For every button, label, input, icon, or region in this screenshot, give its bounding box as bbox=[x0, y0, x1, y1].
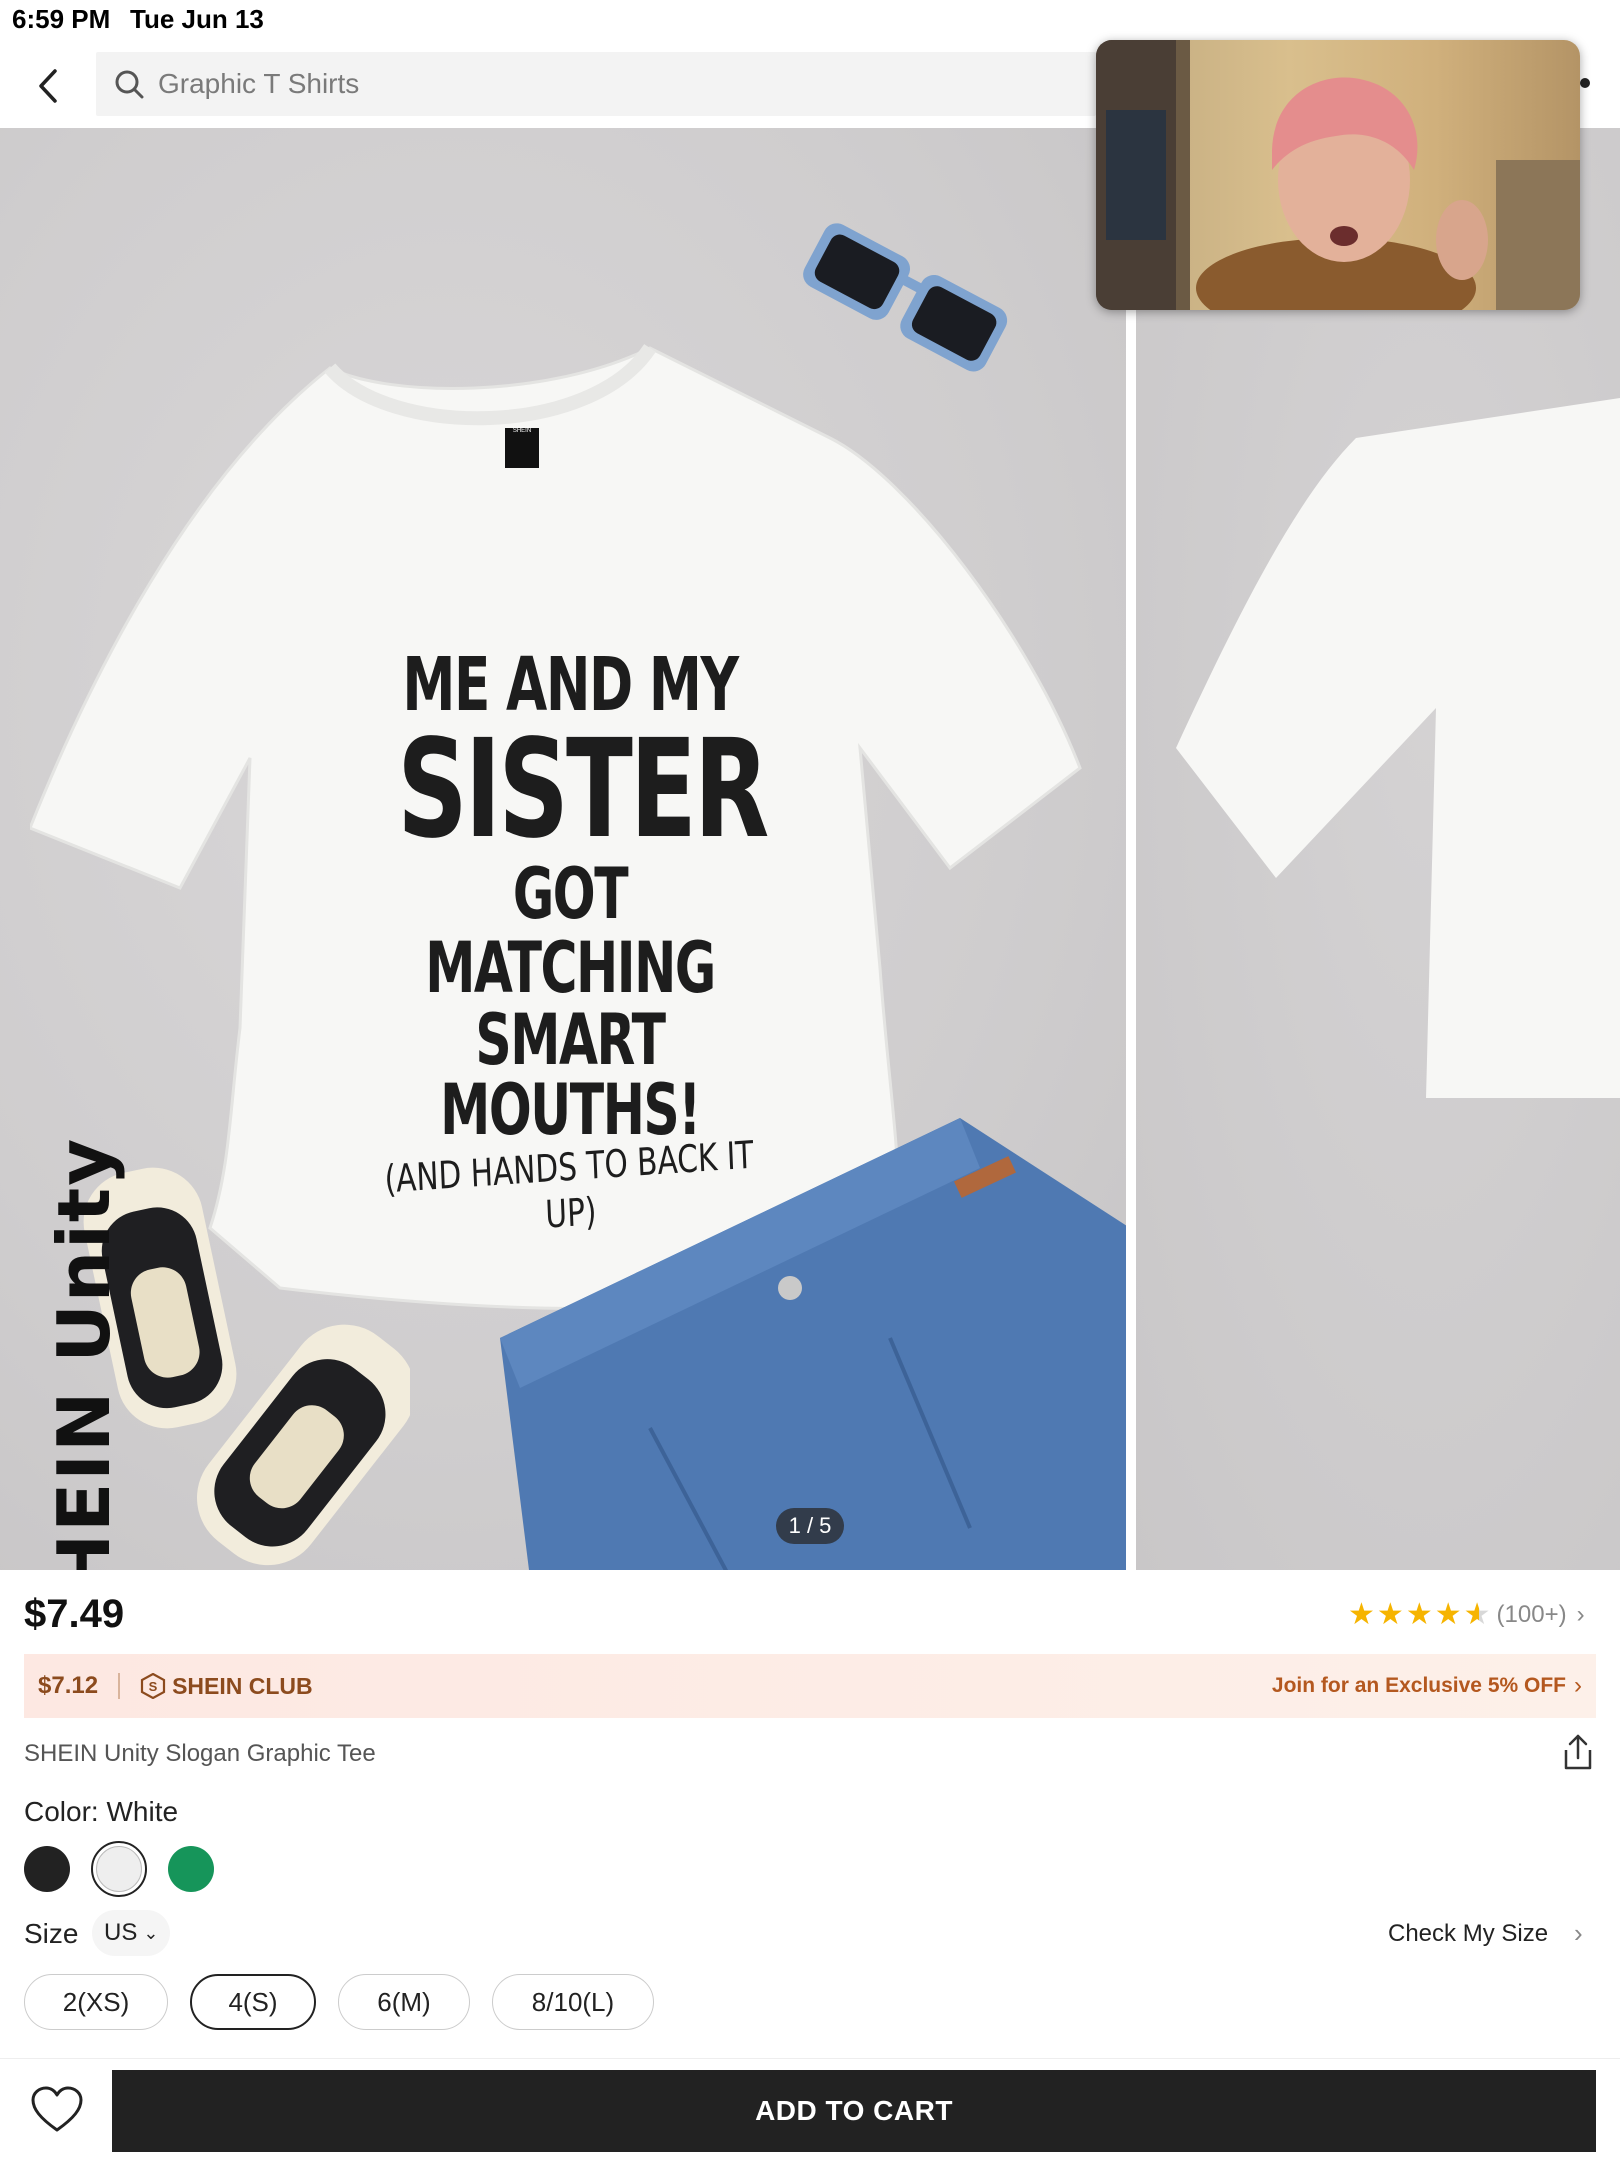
denim-shorts-illustration bbox=[500, 1118, 1126, 1570]
size-option-selected[interactable]: 4(S) bbox=[190, 1974, 316, 2030]
star-icon: ★ bbox=[1434, 1598, 1462, 1631]
tshirt-back-illustration bbox=[1176, 398, 1620, 1098]
size-option[interactable]: 8/10(L) bbox=[492, 1974, 654, 2030]
chevron-right-icon: › bbox=[1576, 1601, 1585, 1628]
pip-video-overlay[interactable] bbox=[1096, 40, 1580, 310]
color-swatch-white[interactable] bbox=[91, 1841, 147, 1897]
product-title: SHEIN Unity Slogan Graphic Tee bbox=[24, 1740, 376, 1767]
back-button[interactable] bbox=[22, 60, 74, 112]
bottom-divider bbox=[0, 2058, 1620, 2059]
shirt-tag: SHEIN bbox=[505, 428, 539, 468]
club-name: SHEIN CLUB bbox=[172, 1672, 313, 1699]
page-indicator: 1 / 5 bbox=[776, 1508, 844, 1544]
product-price: $7.49 bbox=[24, 1592, 125, 1636]
color-swatch-black[interactable] bbox=[24, 1846, 70, 1892]
svg-text:S: S bbox=[149, 1679, 158, 1694]
share-button[interactable] bbox=[1560, 1732, 1596, 1772]
search-icon bbox=[114, 67, 148, 101]
shein-club-banner[interactable]: $7.12 S SHEIN CLUB Join for an Exclusive… bbox=[24, 1654, 1596, 1718]
shirt-print-line: SISTER bbox=[397, 711, 769, 869]
heart-icon bbox=[31, 2086, 83, 2132]
size-option[interactable]: 6(M) bbox=[338, 1974, 470, 2030]
club-price: $7.12 bbox=[38, 1672, 99, 1699]
product-image-main[interactable]: SHEIN ME AND MY SISTER GOT MATCHING SMAR… bbox=[0, 128, 1126, 1570]
size-options: 2(XS) 4(S) 6(M) 8/10(L) bbox=[24, 1974, 676, 2030]
status-bar: 6:59 PM Tue Jun 13 bbox=[0, 0, 1620, 44]
more-menu-button[interactable] bbox=[1580, 78, 1590, 88]
color-swatches bbox=[24, 1841, 240, 1897]
star-half-icon: ★ bbox=[1463, 1598, 1491, 1631]
product-image-next[interactable] bbox=[1136, 128, 1620, 1570]
gallery-divider bbox=[1126, 128, 1136, 1570]
size-option[interactable]: 2(XS) bbox=[24, 1974, 168, 2030]
chevron-right-icon: › bbox=[1574, 1672, 1582, 1699]
rating-stars: ★ ★ ★ ★ ★ bbox=[1348, 1600, 1493, 1630]
star-icon: ★ bbox=[1405, 1598, 1433, 1631]
club-join-link[interactable]: Join for an Exclusive 5% OFF bbox=[1272, 1674, 1566, 1698]
review-count: (100+) bbox=[1496, 1601, 1567, 1628]
search-placeholder: Graphic T Shirts bbox=[158, 68, 360, 99]
color-swatch-green[interactable] bbox=[168, 1846, 214, 1892]
wishlist-button[interactable] bbox=[30, 2086, 84, 2134]
size-label: Size bbox=[24, 1918, 79, 1949]
video-feed bbox=[1096, 40, 1580, 310]
chevron-left-icon bbox=[39, 69, 57, 103]
rating-summary[interactable]: ★ ★ ★ ★ ★ (100+) › bbox=[1348, 1598, 1585, 1632]
chevron-down-icon: ⌄ bbox=[143, 1922, 159, 1943]
sneakers-illustration bbox=[83, 1167, 410, 1566]
check-my-size-link[interactable]: Check My Size bbox=[1388, 1920, 1548, 1948]
color-label: Color: White bbox=[24, 1796, 179, 1827]
club-badge-icon: S bbox=[140, 1673, 166, 1699]
club-separator bbox=[118, 1673, 121, 1699]
shirt-print-line: GOT MATCHING bbox=[425, 853, 716, 1009]
status-date: Tue Jun 13 bbox=[130, 4, 264, 34]
product-gallery[interactable]: SHEIN ME AND MY SISTER GOT MATCHING SMAR… bbox=[0, 128, 1620, 1570]
brand-watermark: SHEIN Unity bbox=[42, 1136, 126, 1570]
share-icon bbox=[1564, 1734, 1592, 1770]
status-time: 6:59 PM bbox=[12, 4, 111, 34]
search-input[interactable]: Graphic T Shirts bbox=[96, 52, 1096, 116]
add-to-cart-button[interactable]: ADD TO CART bbox=[112, 2070, 1596, 2152]
size-unit-value: US bbox=[104, 1919, 138, 1946]
star-icon: ★ bbox=[1376, 1598, 1404, 1631]
star-icon: ★ bbox=[1348, 1598, 1375, 1631]
size-unit-dropdown[interactable]: US ⌄ bbox=[92, 1910, 171, 1956]
chevron-right-icon: › bbox=[1574, 1918, 1583, 1948]
